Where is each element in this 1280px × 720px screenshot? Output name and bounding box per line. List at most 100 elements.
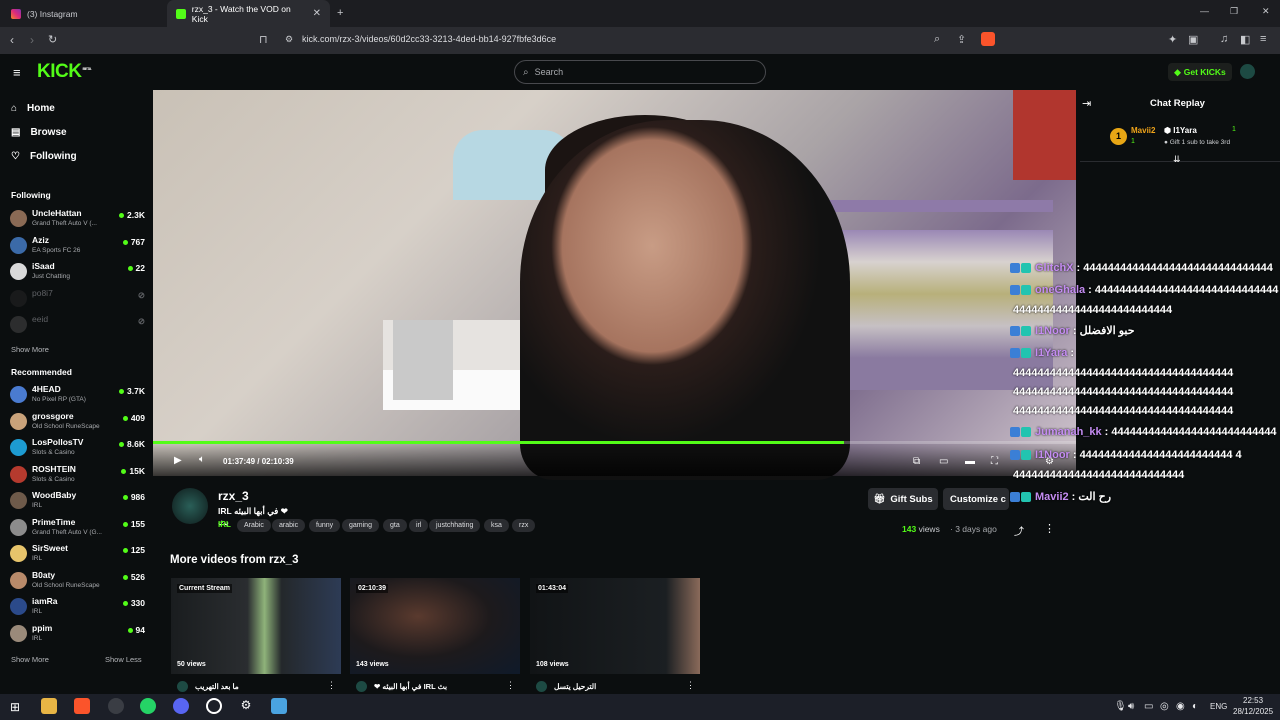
wallet-icon[interactable]: ▣ [1188,33,1198,46]
tray-steam-icon[interactable]: ◐ [1192,701,1198,712]
extensions-icon[interactable]: ✦ [1168,33,1177,46]
cinema-icon[interactable]: ▬ [965,456,975,467]
sidebar-channel[interactable]: SirSweet IRL 125 [10,542,145,568]
whatsapp-icon[interactable] [140,698,156,714]
share-video-icon[interactable]: ⤴ [1014,523,1024,538]
tag-chip[interactable]: arabic [272,519,306,532]
mic-icon[interactable]: 🎙︎ [1114,701,1127,712]
pip-icon[interactable]: ⧉ [913,456,920,467]
file-explorer-icon[interactable] [41,698,57,714]
chat-username[interactable]: I1Noor [1035,325,1070,337]
card-menu-icon[interactable]: ⋮ [686,680,695,691]
card-menu-icon[interactable]: ⋮ [506,680,515,691]
sidebar-channel[interactable]: PrimeTime Grand Theft Auto V (G... 155 [10,516,145,542]
show-less-link[interactable]: Show Less [105,655,142,664]
video-card[interactable]: Current Stream 50 views [171,578,341,674]
nav-browse[interactable]: ▤ Browse [11,127,67,138]
sidebar-channel[interactable]: po8i7 ⊘ [10,287,145,313]
gift-subs-button[interactable]: 🎁︎ Gift Subs [868,488,938,510]
discord-icon[interactable] [173,698,189,714]
app-icon[interactable] [108,698,124,714]
network-icon[interactable]: ▭ [1144,701,1153,712]
sidebar-channel[interactable]: iamRa IRL 330 [10,595,145,621]
chat-username[interactable]: Jumanah_kk [1035,426,1102,438]
show-more-following-link[interactable]: Show More [11,345,49,354]
sidebar-channel[interactable]: ROSHTEIN Slots & Casino 15K [10,463,145,489]
collapse-chat-icon[interactable]: ⇥ [1082,97,1091,110]
nav-home[interactable]: ⌂ Home [11,103,55,114]
tag-chip[interactable]: funny [309,519,341,532]
share-icon[interactable]: ⇪ [957,33,966,46]
sidebar-toggle-icon[interactable]: ◧ [1240,33,1250,46]
show-more-link[interactable]: Show More [11,655,49,664]
reload-icon[interactable]: ↻ [48,33,57,46]
new-tab-icon[interactable]: + [337,7,343,19]
tag-chip[interactable]: irl [409,519,429,532]
forward-icon[interactable]: › [30,33,34,47]
start-icon[interactable]: ⊞ [10,700,20,714]
sidebar-channel[interactable]: ppim IRL 94 [10,622,145,648]
sidebar-channel[interactable]: iSaad Just Chatting 22 [10,260,145,286]
sidebar-channel[interactable]: WoodBaby IRL 986 [10,489,145,515]
media-icon[interactable]: ♫ [1220,33,1228,45]
sidebar-channel[interactable]: eeid ⊘ [10,313,145,339]
kick-logo[interactable]: KICKBETA [37,61,92,83]
chat-username[interactable]: GlitchX [1035,262,1074,274]
url-field[interactable]: kick.com/rzx-3/videos/60d2cc33-3213-4ded… [302,34,556,44]
zoom-icon[interactable]: ⌕ [934,33,940,46]
sidebar-channel[interactable]: B0aty Old School RuneScape 526 [10,569,145,595]
sidebar-channel[interactable]: UncleHattan Grand Theft Auto V (... 2.3K [10,207,145,233]
theater-icon[interactable]: ▭ [939,456,948,467]
clock-date[interactable]: 28/12/2025 [1233,707,1273,716]
search-input[interactable]: ⌕ Search [514,60,766,84]
tray-discord-icon[interactable]: ◉ [1176,701,1185,712]
sidebar-channel[interactable]: 4HEAD No Pixel RP (GTA) 3.7K [10,383,145,409]
window-close-icon[interactable]: ✕ [1262,6,1270,17]
tab-kick[interactable]: rzx_3 - Watch the VOD on Kick ✕ [167,0,330,27]
chat-username[interactable]: I1Yara [1035,347,1067,359]
channel-avatar[interactable] [172,488,208,524]
expand-leaderboard-icon[interactable]: ⇊ [1173,154,1181,165]
bookmark-icon[interactable]: ⊓ [259,33,268,46]
chat-username[interactable]: Mavii2 [1035,491,1069,503]
play-icon[interactable]: ▶ [174,455,182,466]
nav-following[interactable]: ♡ Following [11,151,77,162]
tag-chip[interactable]: Arabic [237,519,271,532]
video-card[interactable]: 01:43:04 108 views [530,578,700,674]
minimize-icon[interactable]: — [1200,6,1209,16]
tag-chip[interactable]: justchhating [429,519,481,532]
video-title[interactable]: الترحيل يتسل [554,682,596,691]
fullscreen-icon[interactable]: ⛶ [991,456,998,467]
hamburger-icon[interactable]: ≡ [13,65,21,80]
sidebar-channel[interactable]: Aziz EA Sports FC 26 767 [10,234,145,260]
back-icon[interactable]: ‹ [10,33,14,47]
close-tab-icon[interactable]: ✕ [313,8,321,19]
steam-icon[interactable] [206,698,222,714]
paint-icon[interactable] [271,698,287,714]
restore-icon[interactable]: ❐ [1230,6,1238,17]
speaker-icon[interactable]: 🔊︎ [1128,701,1134,712]
tag-chip[interactable]: gta [383,519,407,532]
customize-button[interactable]: Customize c [943,488,1009,510]
video-title[interactable]: ❤ في أبها البيئه IRL بث [374,682,447,691]
clock-time[interactable]: 22:53 [1243,696,1263,705]
sidebar-channel[interactable]: LosPollosTV Slots & Casino 8.6K [10,436,145,462]
chat-username[interactable]: oneGhala [1035,284,1085,296]
video-card[interactable]: 02:10:39 143 views [350,578,520,674]
category-link[interactable]: IRL [218,520,231,529]
site-info-icon[interactable]: ⚙ [285,34,293,45]
get-kicks-button[interactable]: ◆ Get KICKs [1168,63,1232,81]
video-title[interactable]: ما بعد التهريب [195,682,239,691]
brave-shield-icon[interactable] [981,32,995,46]
channel-name[interactable]: rzx_3 [218,489,249,503]
tab-instagram[interactable]: (3) Instagram [2,0,166,27]
settings-app-icon[interactable]: ⚙ [238,698,254,714]
language-indicator[interactable]: ENG [1210,702,1227,711]
card-menu-icon[interactable]: ⋮ [327,680,336,691]
brave-icon[interactable] [74,698,90,714]
tag-chip[interactable]: rzx [512,519,536,532]
tag-chip[interactable]: gaming [342,519,379,532]
menu-icon[interactable]: ≡ [1260,33,1266,45]
chat-username[interactable]: I1Noor [1035,449,1070,461]
sidebar-channel[interactable]: grossgore Old School RuneScape 409 [10,410,145,436]
